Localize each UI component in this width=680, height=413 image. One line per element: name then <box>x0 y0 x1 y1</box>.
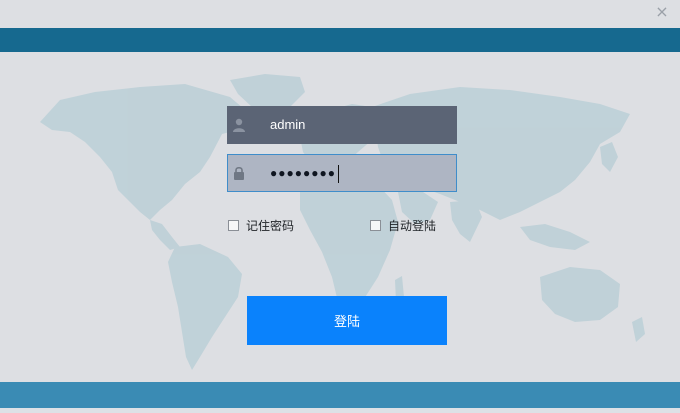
lock-icon <box>234 166 244 180</box>
password-field[interactable]: ●●●●●●●● <box>227 154 457 192</box>
footer-band <box>0 382 680 408</box>
footer-edge <box>0 408 680 413</box>
username-field[interactable]: admin <box>227 106 457 144</box>
auto-login-label: 自动登陆 <box>388 218 437 233</box>
user-icon <box>233 118 245 132</box>
close-icon[interactable]: × <box>652 2 672 22</box>
auto-login-checkbox-box[interactable] <box>370 219 381 231</box>
remember-checkbox-box[interactable] <box>228 219 239 231</box>
header-band <box>0 28 680 52</box>
remember-password-label: 记住密码 <box>246 218 295 233</box>
login-button[interactable]: 登陆 <box>247 296 447 345</box>
auto-login-checkbox[interactable]: 自动登陆 <box>370 217 436 233</box>
username-value: admin <box>270 117 306 132</box>
remember-password-checkbox[interactable]: 记住密码 <box>228 217 294 233</box>
login-window: × admin ●●●●●●●● 记住密码 自动登陆 登陆 <box>0 0 680 413</box>
text-caret <box>337 164 339 183</box>
password-value: ●●●●●●●● <box>270 155 339 191</box>
